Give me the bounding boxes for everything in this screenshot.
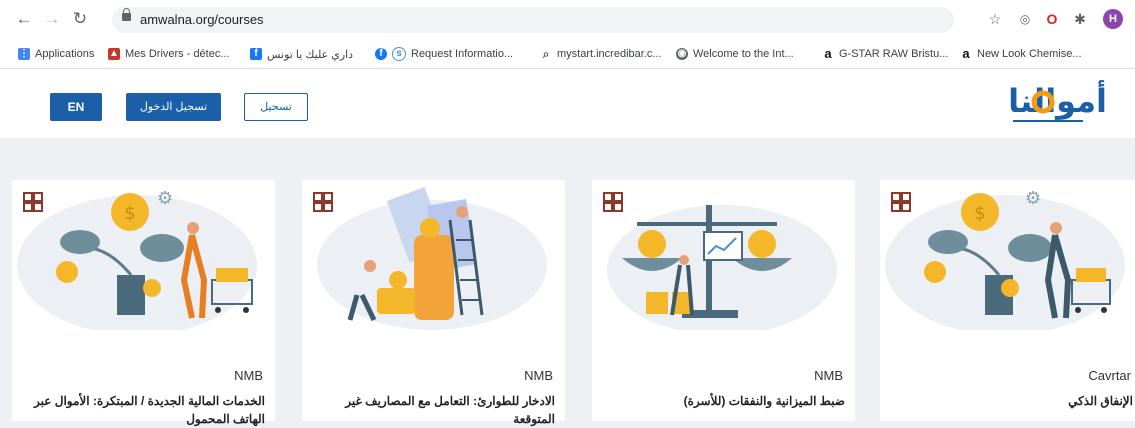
logo-text: أموالنا xyxy=(1008,80,1107,120)
extension-circle-icon[interactable]: ◎ xyxy=(1016,10,1034,28)
course-card[interactable]: NMB ضبط الميزانية والنفقات (للأسرة) xyxy=(592,180,855,421)
amazon-icon: a xyxy=(962,46,970,61)
course-illustration-savings xyxy=(317,187,547,330)
course-provider: NMB xyxy=(814,368,843,383)
course-illustration-plant-cart: $ ⚙ xyxy=(17,188,257,330)
course-illustration-plant-cart: $ ⚙ xyxy=(885,188,1125,330)
course-title[interactable]: ضبط الميزانية والنفقات (للأسرة) xyxy=(605,392,845,410)
facebook-icon: f xyxy=(250,48,262,60)
request-info-icon: s xyxy=(392,47,406,61)
svg-text:⚙: ⚙ xyxy=(1025,188,1041,209)
svg-text:$: $ xyxy=(974,203,985,224)
back-icon[interactable]: ← xyxy=(14,9,34,29)
course-title[interactable]: الإنفاق الذكي xyxy=(893,392,1133,410)
course-title[interactable]: الخدمات المالية الجديدة / المبتكرة: الأم… xyxy=(25,392,265,428)
facebook-round-icon: f xyxy=(375,48,387,60)
bookmark-request-info[interactable]: f s Request Informatio... xyxy=(375,46,513,62)
star-icon[interactable]: ☆ xyxy=(986,10,1004,28)
amwalna-logo[interactable]: أموالنا xyxy=(1003,78,1111,126)
opera-icon[interactable]: O xyxy=(1043,10,1061,28)
bookmark-gstar[interactable]: a G-STAR RAW Bristu... xyxy=(822,46,948,62)
bookmark-mes-drivers[interactable]: ▲ Mes Drivers - détec... xyxy=(108,46,230,62)
forward-icon[interactable]: → xyxy=(42,9,62,29)
amazon-icon: a xyxy=(824,46,832,61)
globe-icon: ◉ xyxy=(676,48,688,60)
course-illustration-scale xyxy=(607,205,837,330)
logo-underline xyxy=(1013,120,1083,122)
bookmarks-bar: ⋮ Applications ▲ Mes Drivers - détec... fد… xyxy=(0,40,1135,69)
course-provider: NMB xyxy=(234,368,263,383)
course-title[interactable]: الادخار للطوارئ: التعامل مع المصاريف غير… xyxy=(315,392,555,428)
profile-avatar[interactable]: H xyxy=(1103,9,1123,29)
course-provider: NMB xyxy=(524,368,553,383)
course-grid-icon xyxy=(23,192,43,212)
course-card[interactable]: $ ⚙ NMB الخدمات المالية الجديدة / المبتك… xyxy=(12,180,275,426)
svg-text:$: $ xyxy=(124,203,135,224)
course-grid-icon xyxy=(603,192,623,212)
bookmark-facebook-page[interactable]: f داري عليك يا تونس xyxy=(250,46,353,62)
signup-button[interactable]: تسجيل xyxy=(244,93,308,121)
apps-grid-icon: ⋮ xyxy=(18,48,30,60)
bookmark-mystart[interactable]: ⌕ mystart.incredibar.c... xyxy=(540,46,662,62)
drivers-icon: ▲ xyxy=(108,48,120,60)
url-text[interactable]: amwalna.org/courses xyxy=(140,12,264,27)
course-card[interactable]: NMB الادخار للطوارئ: التعامل مع المصاريف… xyxy=(302,180,565,426)
course-provider: Cavrtar xyxy=(1088,368,1131,383)
search-icon: ⌕ xyxy=(542,47,550,61)
puzzle-icon[interactable]: ✱ xyxy=(1071,10,1089,28)
bookmark-welcome[interactable]: ◉ Welcome to the Int... xyxy=(676,46,794,62)
bookmark-applications[interactable]: ⋮ Applications xyxy=(18,46,94,62)
course-card[interactable]: $ ⚙ Cavrtar الإنفاق الذكي xyxy=(880,180,1135,421)
reload-icon[interactable]: ↻ xyxy=(70,9,90,29)
address-bar[interactable]: amwalna.org/courses xyxy=(112,7,954,33)
language-en-button[interactable]: EN xyxy=(50,93,102,121)
lock-icon xyxy=(122,8,131,21)
bookmark-newlook[interactable]: a New Look Chemise... xyxy=(960,46,1081,62)
course-grid-icon xyxy=(313,192,333,212)
login-button[interactable]: تسجيل الدخول xyxy=(126,93,221,121)
svg-text:⚙: ⚙ xyxy=(157,188,173,209)
course-grid-icon xyxy=(891,192,911,212)
